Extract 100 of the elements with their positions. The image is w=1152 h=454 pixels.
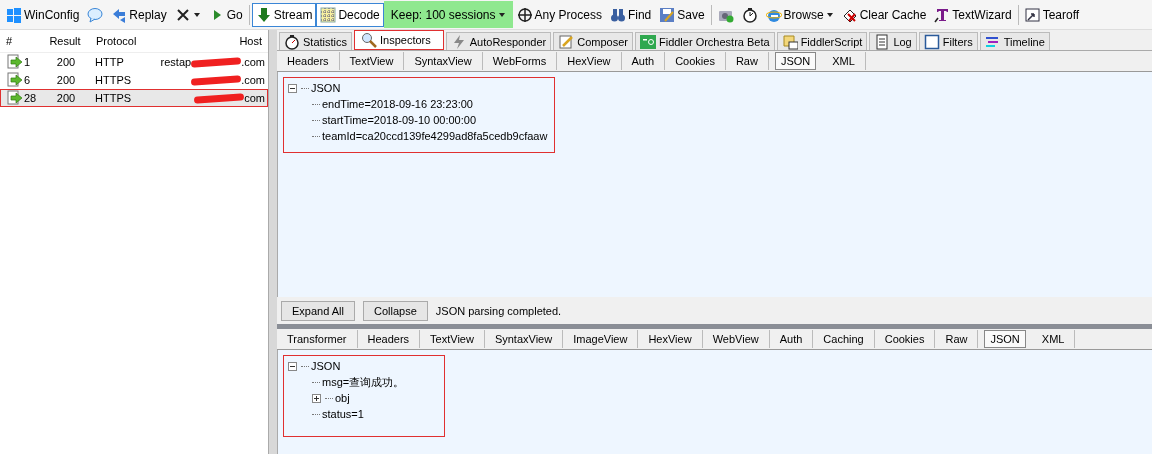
arrow-document-icon — [7, 54, 23, 70]
inspector-tab[interactable]: Auth — [621, 52, 666, 70]
inspector-tab[interactable]: SyntaxView — [484, 330, 564, 348]
collapse-icon[interactable] — [288, 83, 297, 93]
tree-button[interactable]: Expand All — [281, 300, 355, 321]
inspector-tab[interactable]: XML — [1031, 330, 1076, 348]
session-row[interactable]: 6 200 HTTPS .com — [0, 71, 268, 89]
caret-icon — [825, 10, 834, 19]
inspector-tab[interactable]: HexView — [557, 52, 622, 70]
status-text: JSON parsing completed. — [435, 304, 562, 317]
inspector-tab[interactable]: Auth — [769, 330, 814, 348]
table-cell-text: HTTP — [94, 56, 125, 68]
stopwatch-icon — [284, 33, 300, 50]
column-header[interactable]: Host — [160, 35, 268, 47]
collapse-icon[interactable] — [288, 361, 297, 371]
inspector-tab[interactable]: ImageView — [563, 330, 639, 348]
tree-node[interactable]: endTime=2018-09-16 23:23:00 — [322, 98, 473, 110]
tab[interactable]: Log — [869, 32, 917, 50]
window-icon — [1024, 6, 1041, 23]
inspector-tab[interactable]: Caching — [813, 330, 875, 348]
tab[interactable]: Inspectors — [354, 30, 444, 50]
toolbar-dropdown[interactable]: Browse — [761, 2, 838, 27]
toolbar-button[interactable]: Tearoff — [1020, 2, 1084, 27]
tab[interactable]: Fiddler Orchestra Beta — [634, 32, 775, 50]
windows-icon — [6, 6, 22, 23]
inspector-tab[interactable]: HexView — [638, 330, 703, 348]
tree-node[interactable]: teamId=ca20ccd139fe4299ad8fa5cedb9cfaaw — [322, 130, 548, 142]
column-header[interactable]: Result — [40, 35, 90, 47]
save-icon — [659, 6, 676, 23]
toolbar-button[interactable]: Save — [655, 2, 709, 27]
column-header[interactable]: # — [0, 35, 40, 47]
grid-icon — [320, 6, 337, 23]
toolbar-toggle[interactable]: Decode — [316, 2, 384, 27]
tree-node[interactable]: JSON — [311, 360, 341, 372]
session-row[interactable]: 1 200 HTTP restap .com — [0, 53, 268, 71]
tree-node[interactable]: obj — [335, 392, 350, 404]
toolbar-toggle[interactable]: Stream — [251, 2, 317, 27]
tree-node[interactable]: JSON — [311, 82, 341, 94]
inspector-tab[interactable]: SyntaxView — [404, 52, 483, 70]
toolbar-button[interactable]: TextWizard — [930, 2, 1016, 27]
tree-button[interactable]: Collapse — [363, 300, 428, 321]
tree-node[interactable]: msg=查询成功。 — [322, 374, 405, 390]
toolbar-button[interactable]: Go — [204, 2, 247, 27]
keep-sessions-dropdown[interactable]: Keep: 100 sessions — [383, 1, 513, 28]
inspector-tab[interactable]: Cookies — [874, 330, 936, 348]
crosshair-icon — [516, 6, 533, 23]
table-cell: .com — [241, 74, 265, 86]
arrow-document-icon — [7, 72, 23, 88]
inspector-tab[interactable]: Cookies — [665, 52, 726, 70]
toolbar-button[interactable]: Any Process — [512, 2, 606, 27]
table-cell: restap — [161, 56, 192, 68]
column-header[interactable]: Protocol — [90, 35, 160, 47]
session-number: 28 — [24, 92, 37, 104]
toolbar-button[interactable]: Find — [605, 2, 656, 27]
tab[interactable]: AutoResponder — [445, 32, 552, 50]
inspector-tab[interactable]: Transformer — [277, 330, 358, 348]
toolbar-button[interactable]: Replay — [107, 2, 171, 27]
inspector-tab[interactable]: XML — [822, 52, 866, 70]
redaction-mark — [190, 56, 242, 68]
document-icon — [874, 33, 891, 50]
table-cell-text: 200 — [55, 92, 77, 104]
tab[interactable]: Filters — [918, 32, 978, 50]
inspector-tab[interactable]: JSON — [774, 52, 817, 70]
table-cell-text: HTTPS — [94, 74, 133, 86]
redaction-mark — [190, 74, 242, 86]
comment-icon — [87, 6, 104, 23]
script-icon — [781, 33, 798, 50]
caret-icon — [192, 10, 201, 19]
pencil-icon — [558, 33, 575, 50]
close-icon — [174, 6, 191, 23]
magnifier-icon — [361, 32, 377, 48]
inspector-tab[interactable]: TextView — [339, 52, 405, 70]
table-cell-text: HTTPS — [94, 92, 133, 104]
tab[interactable]: FiddlerScript — [776, 32, 868, 50]
session-number: 1 — [24, 56, 31, 68]
inspector-tab[interactable]: TextView — [420, 330, 485, 348]
arrow-document-icon — [7, 90, 23, 106]
session-row[interactable]: 28 200 HTTPS com — [0, 89, 268, 107]
inspector-tab[interactable]: Headers — [357, 330, 421, 348]
inspector-tab[interactable]: WebForms — [482, 52, 558, 70]
tab[interactable]: Statistics — [279, 32, 352, 50]
replay-icon — [111, 6, 128, 23]
toolbar-button[interactable]: Clear Cache — [837, 2, 931, 27]
table-cell: .com — [241, 56, 265, 68]
redaction-mark — [194, 92, 245, 104]
inspector-tab[interactable]: Raw — [935, 330, 979, 348]
tab[interactable]: Timeline — [979, 32, 1050, 50]
toolbar-button[interactable]: WinConfig — [2, 2, 84, 27]
inspector-tab[interactable]: Headers — [277, 52, 340, 70]
tree-node[interactable]: status=1 — [322, 408, 364, 420]
inspector-tab[interactable]: JSON — [984, 330, 1026, 348]
timer-icon — [741, 6, 758, 23]
expand-icon[interactable] — [312, 393, 321, 403]
tab[interactable]: Composer — [553, 32, 633, 50]
table-cell-text: 200 — [55, 56, 77, 68]
checkbox-icon — [923, 33, 940, 50]
inspector-tab[interactable]: WebView — [702, 330, 770, 348]
table-cell-text: 200 — [55, 74, 77, 86]
inspector-tab[interactable]: Raw — [725, 52, 769, 70]
tree-node[interactable]: startTime=2018-09-10 00:00:00 — [322, 114, 476, 126]
